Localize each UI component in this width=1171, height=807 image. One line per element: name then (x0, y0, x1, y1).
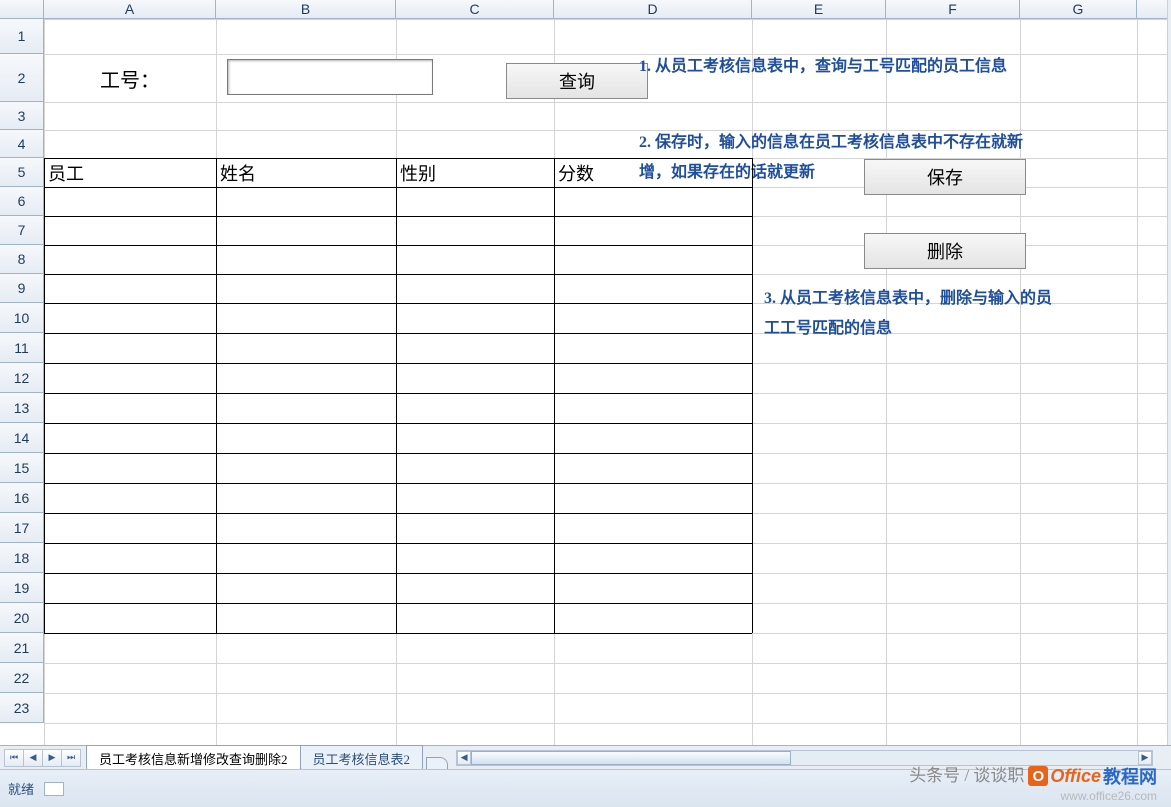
column-headers: A B C D E F G H (0, 0, 1171, 19)
th-employee[interactable]: 员工 (44, 158, 216, 187)
row-header-10[interactable]: 10 (0, 303, 44, 333)
th-name[interactable]: 姓名 (216, 158, 396, 187)
logo-jiao: 教程网 (1103, 763, 1157, 789)
tab-nav-next[interactable]: ▶ (42, 749, 62, 767)
row-header-4[interactable]: 4 (0, 130, 44, 158)
row-header-16[interactable]: 16 (0, 483, 44, 513)
cell-grid[interactable]: 工号： 查询 保存 删除 1. 从员工考核信息表中，查询与工号匹配的员工信息 2… (44, 19, 1171, 745)
row-header-2[interactable]: 2 (0, 54, 44, 102)
delete-button[interactable]: 删除 (864, 233, 1026, 269)
row-header-19[interactable]: 19 (0, 573, 44, 603)
select-all-corner[interactable] (0, 0, 44, 19)
id-input[interactable] (227, 59, 433, 95)
watermark: 头条号 / 谈谈职 O Office教程网 www.office26.com (909, 761, 1157, 804)
row-headers: 1234567891011121314151617181920212223 (0, 19, 44, 723)
col-header-F[interactable]: F (886, 0, 1020, 19)
row-header-11[interactable]: 11 (0, 333, 44, 363)
watermark-url: www.office26.com (909, 789, 1157, 803)
row-header-23[interactable]: 23 (0, 693, 44, 723)
worksheet-area: A B C D E F G H 123456789101112131415161… (0, 0, 1171, 745)
gridlines (44, 19, 1171, 745)
tab-nav-last[interactable]: ⏭ (61, 749, 81, 767)
tab-nav-buttons: ⏮ ◀ ▶ ⏭ (4, 749, 80, 767)
row-header-9[interactable]: 9 (0, 274, 44, 303)
query-button[interactable]: 查询 (506, 63, 648, 99)
hscroll-thumb[interactable] (471, 751, 791, 765)
note-3-line1: 3. 从员工考核信息表中，删除与输入的员 (764, 287, 1171, 311)
logo-office: Office (1050, 766, 1101, 787)
row-header-17[interactable]: 17 (0, 513, 44, 543)
hscroll-left[interactable]: ◀ (457, 751, 471, 765)
row-header-22[interactable]: 22 (0, 663, 44, 693)
row-header-20[interactable]: 20 (0, 603, 44, 633)
row-header-12[interactable]: 12 (0, 363, 44, 393)
row-header-7[interactable]: 7 (0, 216, 44, 245)
col-header-E[interactable]: E (752, 0, 886, 19)
status-bar: 就绪 头条号 / 谈谈职 O Office教程网 www.office26.co… (0, 769, 1171, 807)
col-header-C[interactable]: C (396, 0, 554, 19)
note-3-line2: 工工号匹配的信息 (764, 317, 1171, 341)
row-header-21[interactable]: 21 (0, 633, 44, 663)
row-header-5[interactable]: 5 (0, 158, 44, 187)
row-header-6[interactable]: 6 (0, 187, 44, 216)
watermark-logo: O Office教程网 (1028, 763, 1157, 789)
tab-nav-prev[interactable]: ◀ (23, 749, 43, 767)
sheet-tabs: 员工考核信息新增修改查询删除2 员工考核信息表2 (86, 746, 448, 770)
row-header-13[interactable]: 13 (0, 393, 44, 423)
col-header-B[interactable]: B (216, 0, 396, 19)
vscroll-gutter (1167, 0, 1171, 745)
tab-nav-first[interactable]: ⏮ (4, 749, 24, 767)
status-text: 就绪 (8, 779, 34, 798)
th-gender[interactable]: 性别 (396, 158, 554, 187)
col-header-D[interactable]: D (554, 0, 752, 19)
logo-icon: O (1028, 766, 1048, 786)
row-header-3[interactable]: 3 (0, 102, 44, 130)
watermark-source: 头条号 / 谈谈职 (909, 766, 1024, 785)
row-header-1[interactable]: 1 (0, 19, 44, 54)
row-header-14[interactable]: 14 (0, 423, 44, 453)
tab-active[interactable]: 员工考核信息新增修改查询删除2 (86, 745, 301, 771)
col-header-H[interactable]: H (1137, 0, 1171, 19)
th-score[interactable]: 分数 (554, 158, 752, 187)
row-header-18[interactable]: 18 (0, 543, 44, 573)
col-header-A[interactable]: A (44, 0, 216, 19)
row-header-15[interactable]: 15 (0, 453, 44, 483)
note-2-line1: 2. 保存时，输入的信息在员工考核信息表中不存在就新 (639, 131, 1171, 155)
id-label: 工号： (44, 54, 216, 102)
save-button[interactable]: 保存 (864, 159, 1026, 195)
col-header-G[interactable]: G (1020, 0, 1137, 19)
macro-record-icon[interactable] (44, 782, 64, 796)
note-1: 1. 从员工考核信息表中，查询与工号匹配的员工信息 (639, 55, 1171, 79)
row-header-8[interactable]: 8 (0, 245, 44, 274)
tab-inactive[interactable]: 员工考核信息表2 (300, 745, 424, 771)
